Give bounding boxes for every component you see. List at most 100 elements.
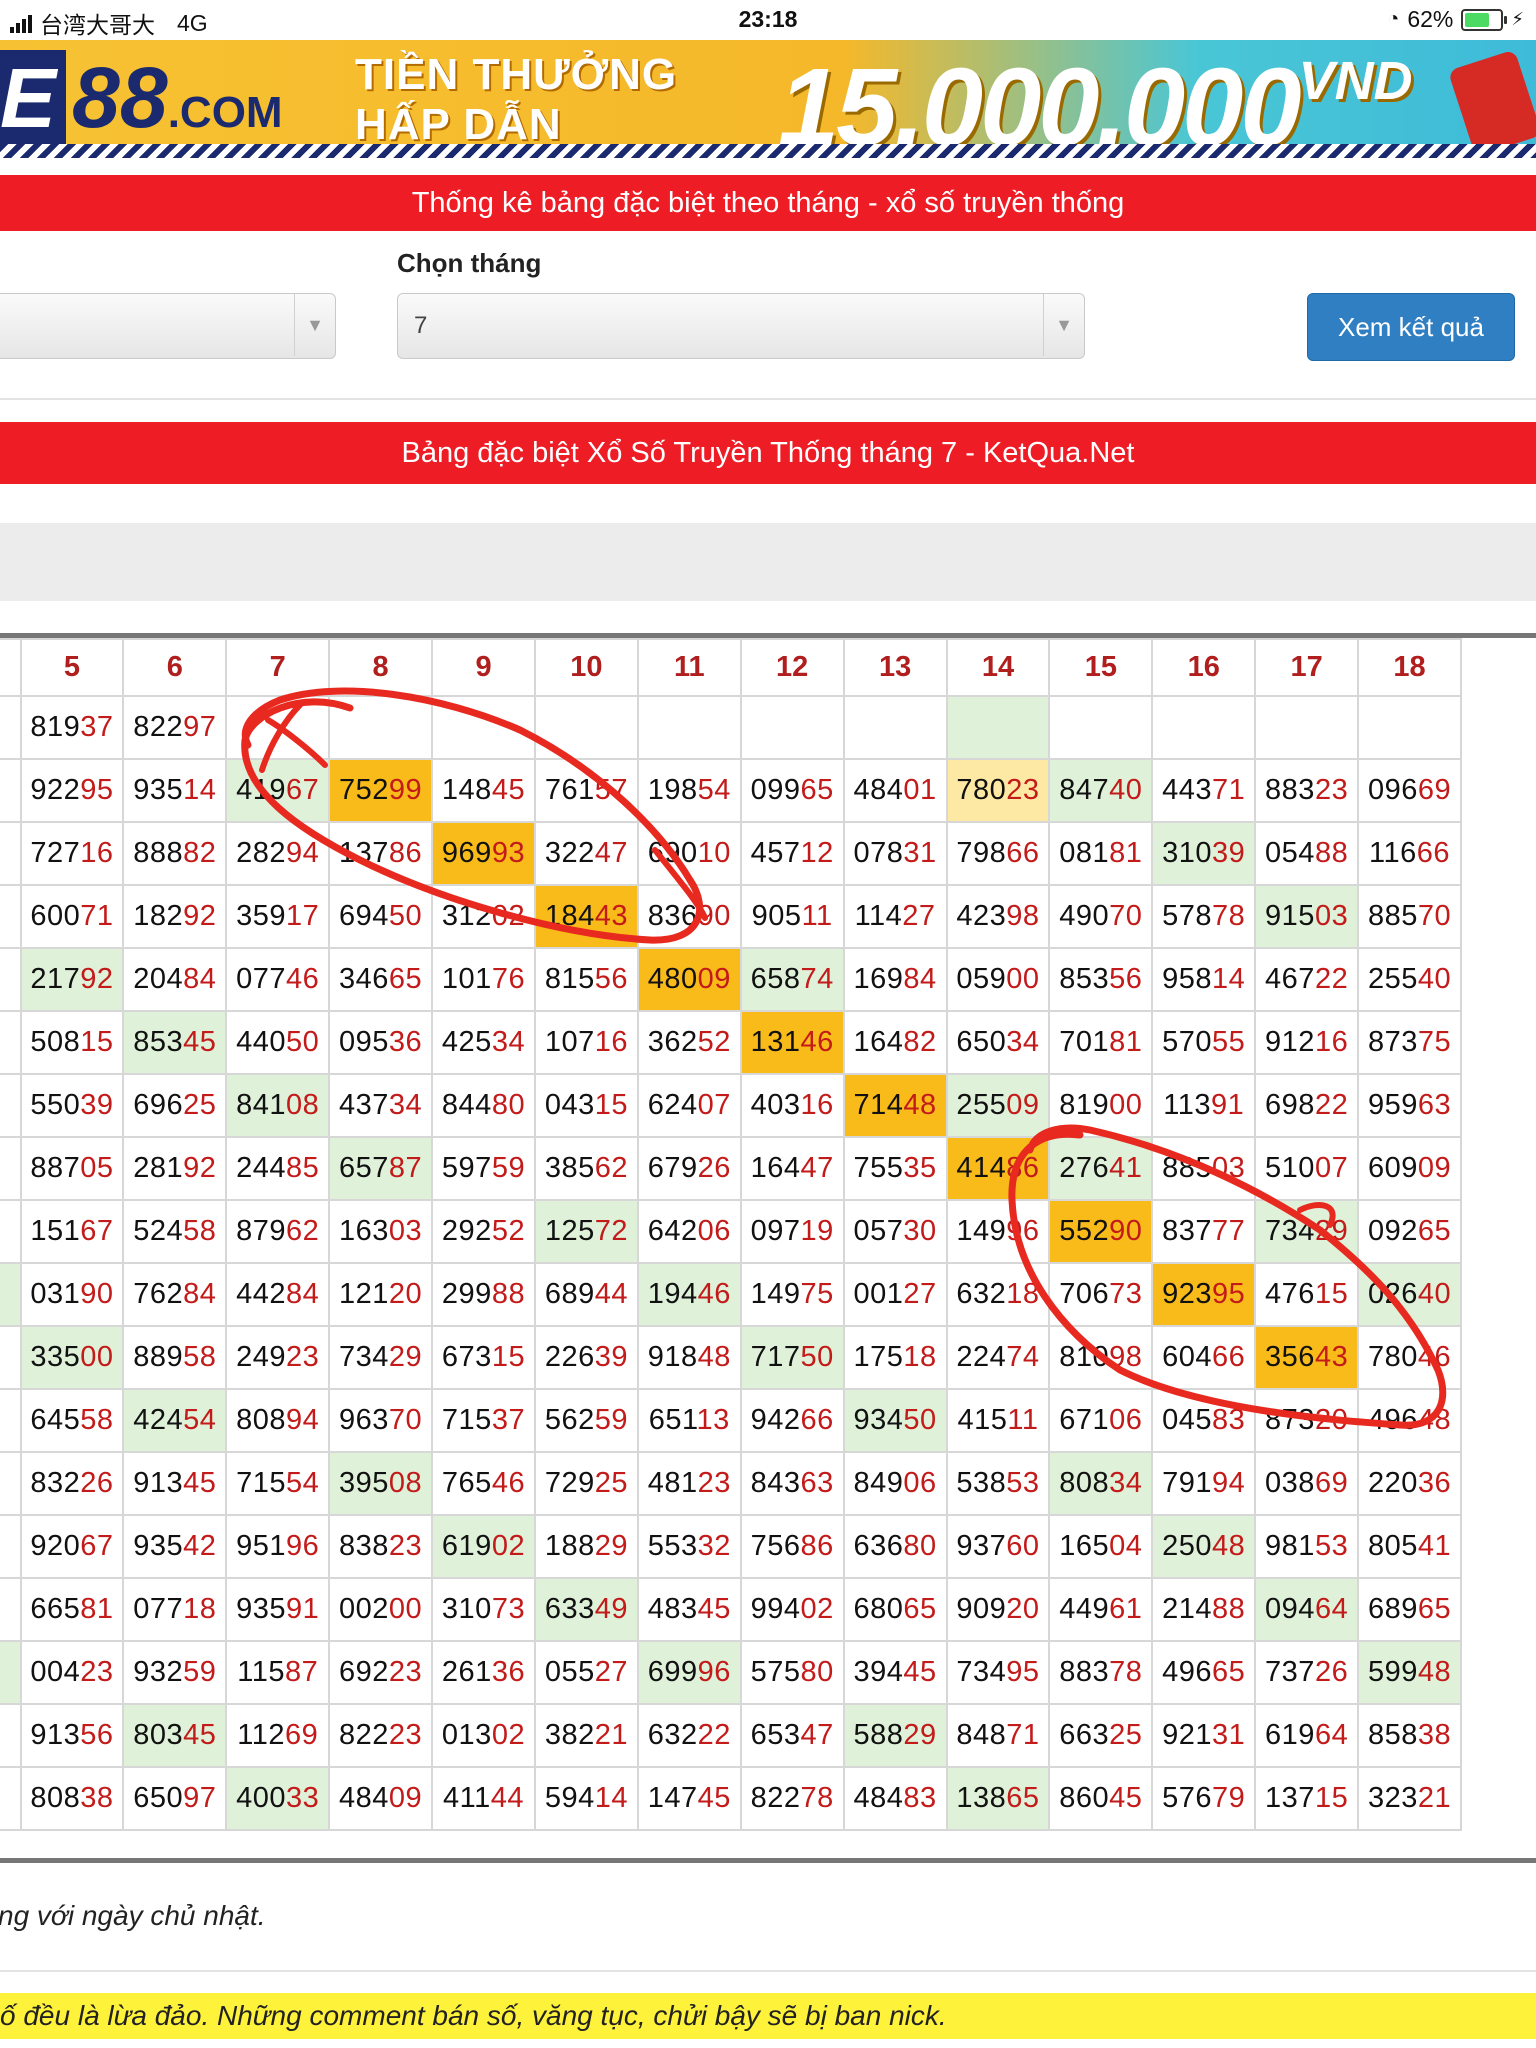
column-header: 8 — [328, 638, 434, 697]
result-tail-digits: 32 — [697, 1530, 731, 1562]
result-tail-digits: 47 — [800, 1719, 834, 1751]
gift-icon — [1447, 49, 1536, 157]
result-tail-digits: 64 — [1314, 1593, 1349, 1625]
result-head-digits: 841 — [236, 1089, 287, 1121]
result-tail-digits: 09 — [1417, 1152, 1452, 1184]
result-head-digits: 249 — [236, 1341, 287, 1373]
result-cell — [225, 695, 331, 760]
result-tail-digits: 71 — [1212, 774, 1246, 806]
result-tail-digits: 71 — [80, 900, 114, 932]
result-cell: 59414 — [533, 1766, 639, 1831]
result-head-digits: 115 — [237, 1656, 285, 1688]
result-cell: 63680 — [842, 1514, 948, 1579]
result-tail-digits: 50 — [800, 1341, 834, 1373]
result-tail-digits: 34 — [1006, 1026, 1040, 1058]
result-head-digits: 883 — [1265, 774, 1315, 806]
result-tail-digits: 96 — [286, 1530, 320, 1562]
result-head-digits: 729 — [544, 1467, 595, 1499]
result-cell: 31202 — [431, 884, 536, 949]
result-cell: 29988 — [431, 1262, 536, 1327]
result-cell: 03190 — [19, 1262, 125, 1327]
result-tail-digits: 03 — [388, 1215, 423, 1247]
result-tail-digits: 69 — [1417, 774, 1452, 806]
result-head-digits: 701 — [1059, 1026, 1110, 1058]
result-head-digits: 107 — [544, 1026, 595, 1058]
result-cell: 79194 — [1151, 1451, 1257, 1516]
result-cell: 72925 — [533, 1451, 639, 1516]
result-tail-digits: 48 — [1212, 1530, 1246, 1562]
result-head-digits: 761 — [544, 774, 595, 806]
result-tail-digits: 92 — [80, 963, 114, 995]
result-cell: 51007 — [1254, 1136, 1360, 1201]
result-head-digits: 808 — [1059, 1467, 1110, 1499]
result-tail-digits: 59 — [491, 1152, 526, 1184]
result-tail-digits: 91 — [1210, 1089, 1245, 1121]
result-cell — [431, 695, 536, 760]
result-head-digits: 905 — [751, 900, 802, 932]
result-head-digits: 836 — [647, 900, 698, 932]
result-head-digits: 443 — [1162, 774, 1213, 806]
result-cell: 84480 — [431, 1073, 536, 1138]
result-tail-digits: 42 — [183, 1530, 217, 1562]
result-head-digits: 299 — [441, 1278, 492, 1310]
result-tail-digits: 88 — [1212, 1593, 1246, 1625]
view-results-button[interactable]: Xem kết quả — [1307, 293, 1515, 361]
result-tail-digits: 46 — [697, 1278, 731, 1310]
result-head-digits: 706 — [1059, 1278, 1110, 1310]
result-cell: 92067 — [19, 1514, 125, 1579]
result-head-digits: 552 — [1059, 1215, 1110, 1247]
result-tail-digits: 39 — [594, 1341, 628, 1373]
result-cell: 99402 — [739, 1577, 845, 1642]
result-cell: 13786 — [328, 821, 434, 886]
result-head-digits: 636 — [853, 1530, 904, 1562]
result-cell: 73429 — [328, 1325, 434, 1390]
result-tail-digits: 16 — [800, 1089, 834, 1121]
result-tail-digits: 90 — [1109, 1215, 1143, 1247]
battery-icon — [1461, 8, 1508, 31]
result-cell: 31039 — [1151, 821, 1257, 886]
year-select[interactable]: ▼ — [0, 293, 336, 359]
month-select[interactable]: 7 ▼ — [397, 293, 1085, 359]
result-head-digits: 650 — [956, 1026, 1007, 1058]
special-results-table-wrap[interactable]: 456789101112131415161718 208193782297959… — [0, 633, 1536, 1863]
result-tail-digits: 65 — [1212, 1656, 1246, 1688]
column-header: 10 — [533, 638, 639, 697]
result-cell: 25509 — [945, 1073, 1051, 1138]
result-head-digits: 425 — [441, 1026, 492, 1058]
result-cell: 55290 — [1048, 1199, 1154, 1264]
result-head-digits: 918 — [647, 1341, 698, 1373]
result-cell: 54 — [0, 947, 22, 1012]
result-tail-digits: 16 — [594, 1026, 628, 1058]
result-tail-digits: 37 — [491, 1404, 526, 1436]
result-cell: 61964 — [1254, 1703, 1360, 1768]
result-cell: 22474 — [945, 1325, 1051, 1390]
result-head-digits: 822 — [339, 1719, 389, 1751]
result-tail-digits: 15 — [491, 1341, 526, 1373]
column-header: 17 — [1254, 638, 1360, 697]
result-tail-digits: 25 — [594, 1467, 628, 1499]
result-tail-digits: 01 — [903, 774, 937, 806]
result-tail-digits: 93 — [491, 837, 526, 869]
table-row: 5615167524588796216303292521257264206097… — [0, 1199, 1462, 1264]
result-head-digits: 038 — [1265, 1467, 1315, 1499]
divider — [0, 1970, 1536, 1972]
result-tail-digits: 09 — [697, 963, 731, 995]
result-tail-digits: 74 — [1006, 1341, 1040, 1373]
result-head-digits: 149 — [750, 1278, 801, 1310]
result-tail-digits: 90 — [697, 900, 731, 932]
result-head-digits: 403 — [750, 1089, 801, 1121]
result-cell: 63218 — [945, 1262, 1051, 1327]
result-cell: 94266 — [739, 1388, 845, 1453]
column-header: 13 — [842, 638, 948, 697]
result-tail-digits: 66 — [1212, 1341, 1246, 1373]
result-cell: 49648 — [1357, 1388, 1462, 1453]
promo-banner[interactable]: E 88 .COM TIỀN THƯỞNG HẤP DẪN 15.000.000… — [0, 40, 1536, 158]
result-tail-digits: 43 — [1314, 1341, 1349, 1373]
result-cell: 26136 — [431, 1640, 536, 1705]
result-cell: 66581 — [19, 1577, 125, 1642]
result-head-digits: 414 — [956, 1152, 1007, 1184]
result-cell: 91345 — [122, 1451, 228, 1516]
result-cell: 75299 — [328, 758, 434, 823]
result-cell: 46722 — [1254, 947, 1360, 1012]
result-cell: 88570 — [1357, 884, 1462, 949]
